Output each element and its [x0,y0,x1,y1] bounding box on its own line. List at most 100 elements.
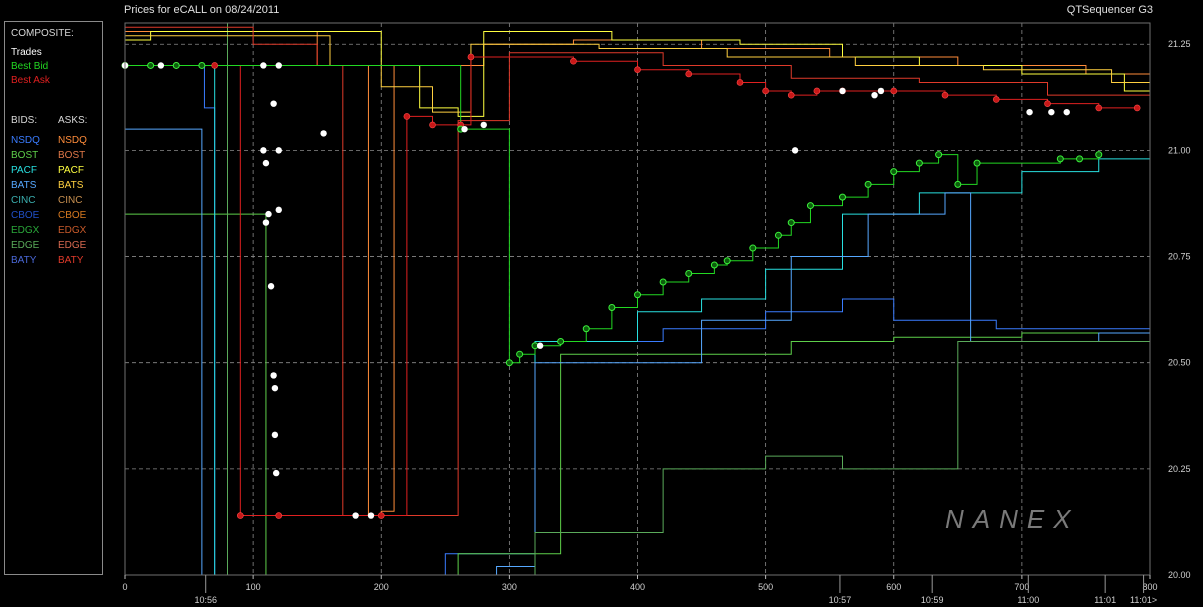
x-tick-label: 800 [1142,582,1157,592]
best-ask-point [992,96,1000,103]
best-ask-point [813,87,821,95]
best-bid-point [582,325,590,333]
best-bid-offer [121,53,1141,519]
trade-markers [121,62,1070,519]
trade-point [367,512,375,519]
trade-point [275,62,282,69]
best-bid-point [973,159,981,167]
trade-point [275,147,282,154]
best-bid-point [710,261,718,269]
x-tick-label: 300 [502,582,517,592]
best-bid-point [557,337,565,345]
best-bid-point [659,278,667,286]
best-ask-point [237,512,244,519]
trade-point [270,100,277,107]
trade-point [877,87,885,95]
y-tick-label: 20.00 [1168,570,1191,580]
best-ask-point [377,512,385,519]
trade-point [270,372,277,379]
y-tick-label: 20.25 [1168,464,1191,474]
trade-point [839,87,846,95]
trade-point [480,121,487,129]
y-tick-label: 20.75 [1168,252,1191,262]
best-ask-point [570,57,577,65]
best-ask-point [403,113,411,120]
best-ask-point [467,53,475,61]
best-bid-point [954,180,962,188]
best-bid-point [505,359,513,367]
trade-point [1048,108,1055,116]
best-ask-point [275,512,283,519]
best-ask-point [941,91,949,99]
best-bid-point [890,168,898,176]
best-ask-point [890,87,898,95]
trade-point [320,130,327,137]
chart-canvas: 21.25 21.00 20.75 20.50 20.25 20.00 0 100 200 300… [121,22,1191,605]
best-bid-point [608,303,616,311]
best-ask-point [762,87,769,95]
best-bid-point [1056,155,1064,163]
x-tick-label: 500 [758,582,773,592]
best-ask-line [125,56,1138,517]
best-ask-point [1044,100,1051,107]
time-label: 10:56 [194,595,217,605]
best-ask-point [211,62,218,69]
y-tick-label: 21.00 [1168,145,1191,155]
best-bid-point [634,291,641,299]
x-tick-label: 600 [886,582,901,592]
ask-series-nsdq [125,30,1151,517]
time-label: 11:00 [1017,595,1039,605]
best-bid-point [685,270,693,278]
trade-point [791,147,799,154]
time-label: 11:01> [1130,595,1157,605]
trade-point [871,91,878,99]
trade-point [1026,108,1033,116]
best-bid-point [915,159,923,167]
trade-point [536,342,544,349]
trade-point [461,125,468,133]
x-tick-label: 0 [122,582,127,592]
y-tick-label: 21.25 [1168,39,1191,49]
trade-point [272,469,280,477]
best-bid-point [806,202,814,210]
best-bid-point [787,219,795,227]
best-bid-point [516,350,524,358]
best-bid-point [749,244,757,252]
time-label: 11:01 [1094,595,1116,605]
y-tick-label: 20.50 [1168,358,1191,368]
trade-point [265,210,272,218]
best-ask-point [429,121,436,129]
best-bid-point [839,193,846,201]
best-bid-point [774,231,782,239]
trade-point [157,62,165,69]
trade-point [271,384,279,392]
trade-point [271,431,279,439]
best-ask-point [1133,104,1141,112]
time-label: 10:59 [921,595,944,605]
trade-point [260,62,267,69]
x-tick-label: 400 [630,582,645,592]
best-bid-point [1076,155,1084,163]
best-bid-point [935,151,943,159]
best-ask-point [685,70,693,78]
best-ask-point [1095,104,1103,112]
best-bid-point [1095,151,1103,159]
time-label: 10:57 [829,595,852,605]
best-bid-point [198,61,206,69]
x-tick-label: 200 [374,582,389,592]
trade-point [260,147,267,154]
best-bid-point [147,61,155,69]
x-tick-label: 100 [246,582,261,592]
x-tick-label: 700 [1014,582,1029,592]
best-bid-point [172,61,180,69]
trade-point [262,219,270,226]
best-ask-point [787,91,795,99]
best-ask-point [736,79,744,86]
best-bid-point [723,257,731,265]
best-bid-point [864,180,872,188]
trade-point [1063,108,1070,116]
best-ask-point [634,66,641,74]
trade-point [275,206,282,214]
trade-point [267,283,275,290]
trade-point [262,159,270,167]
